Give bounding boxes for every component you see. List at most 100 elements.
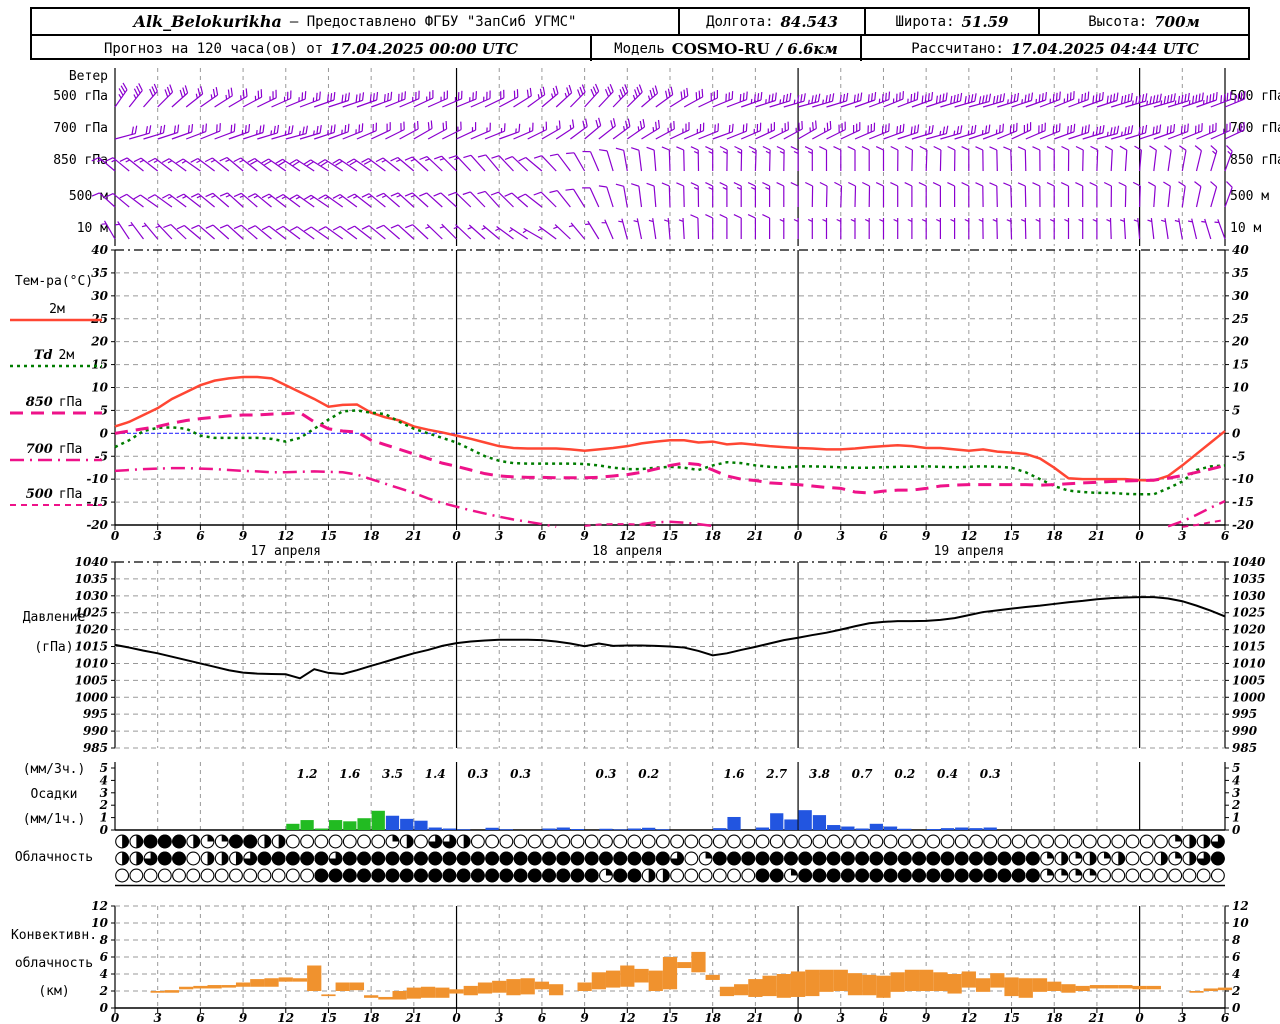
precip-bar (627, 828, 642, 830)
wind-barb (205, 224, 230, 240)
cloud-circle (584, 834, 599, 849)
convective-bar (321, 994, 336, 997)
wind-barb (646, 146, 657, 172)
wind-barb (190, 157, 215, 172)
precip-bar (955, 827, 969, 830)
wind-barb (533, 155, 557, 172)
cloud-circle (684, 868, 699, 883)
wind-barb (200, 86, 219, 108)
wind-barb (598, 83, 614, 108)
convective-bar (620, 965, 635, 987)
temp-hour-label: 21 (746, 529, 764, 543)
wind-barb (133, 194, 159, 208)
wind-barb (318, 194, 344, 208)
wind-barb (964, 218, 970, 239)
conv-ytick-left: 12 (91, 899, 108, 913)
wind-barb (242, 89, 263, 108)
wind-barb (1049, 218, 1055, 239)
precip-bar (385, 815, 400, 830)
wind-barb (864, 218, 870, 239)
wind-barb (304, 226, 329, 240)
convective-bar (534, 981, 550, 990)
convective-bar (292, 978, 308, 982)
cloud-circle-fill (122, 852, 129, 865)
precip-3h-amount: 2.7 (765, 767, 788, 781)
cloud-circle-fill (221, 852, 229, 865)
precip-bar (286, 823, 300, 830)
conv-ytick-right: 10 (1232, 916, 1249, 930)
wind-barb (1210, 181, 1218, 208)
precip-3h-amount: 0.3 (596, 767, 617, 781)
wind-barb (261, 225, 287, 240)
wind-barb (289, 194, 315, 208)
cloud-circle-fill (883, 868, 898, 883)
cloud-circle-fill (897, 851, 912, 866)
precip-bar (328, 820, 343, 830)
wind-barb (978, 217, 984, 240)
convective-bar (648, 970, 663, 991)
cloud-circle (627, 834, 642, 849)
cloud-circle (499, 834, 514, 849)
wind-barb (678, 217, 685, 240)
wind-barb (904, 145, 913, 172)
wind-barb (776, 145, 785, 172)
convective-bar (1004, 977, 1019, 997)
pressure-ytick-right: 1005 (1232, 673, 1265, 687)
wind-barb (361, 193, 386, 208)
wind-barb (1017, 182, 1027, 208)
wind-barb (804, 146, 813, 171)
precip-bar (812, 815, 827, 830)
cloud-circle-fill (584, 868, 599, 883)
precip-bar (499, 829, 513, 830)
cloud-circle-fill (869, 868, 884, 883)
wind-barb (598, 118, 616, 140)
cloud-circle (1111, 834, 1126, 849)
wind-barb (332, 225, 358, 240)
temp-hour-label: 0 (1135, 529, 1144, 543)
cloud-circle-fill (997, 868, 1012, 883)
precip-bar (770, 813, 784, 830)
precip-bar (713, 828, 727, 830)
pressure-ytick-left: 985 (83, 741, 108, 755)
convective-bar (705, 974, 720, 980)
convective-bar (975, 978, 991, 992)
wind-barb (439, 223, 457, 240)
wind-barb (893, 218, 899, 239)
wind-barb (705, 182, 714, 207)
cloud-circle (983, 834, 998, 849)
wind-barb (275, 158, 301, 172)
cloud-circle (157, 868, 172, 883)
cloud-circle-fill (912, 851, 926, 866)
cloud-circle (285, 834, 300, 849)
cloud-circle (556, 834, 571, 849)
wind-barb (275, 193, 301, 208)
temp-ytick-right: 10 (1232, 381, 1249, 395)
cloud-circle-fill (314, 851, 329, 866)
conv-hour-label: 21 (404, 1011, 422, 1024)
convective-bar (1018, 978, 1033, 998)
cloud-circle-fill (613, 851, 628, 866)
convective-bar (748, 979, 763, 997)
wind-barb (527, 121, 548, 140)
temp-ytick-right: -20 (1232, 518, 1254, 532)
conv-ytick-right: 6 (1232, 950, 1241, 964)
cloud-circle-fill (470, 868, 485, 883)
cloud-circle (912, 834, 926, 849)
cloud-circle (727, 834, 741, 849)
convective-bar (463, 985, 478, 996)
cloud-circle-fill (1011, 851, 1026, 866)
wind-barb (1134, 145, 1142, 172)
convective-bar (762, 975, 777, 997)
wind-barb (961, 146, 970, 171)
cloud-circle (357, 834, 371, 849)
wind-barb (1133, 218, 1141, 240)
convective-bar (364, 995, 379, 998)
precip-3h-amount: 1.2 (297, 767, 318, 781)
cloud-circle (855, 834, 870, 849)
wind-barb (584, 117, 602, 140)
pressure-ytick-left: 990 (83, 724, 109, 738)
wind-barb (669, 87, 689, 108)
date-label: 19 апреля (934, 544, 1004, 559)
wind-barb (115, 221, 130, 240)
temp-ytick-left: 15 (91, 358, 108, 372)
